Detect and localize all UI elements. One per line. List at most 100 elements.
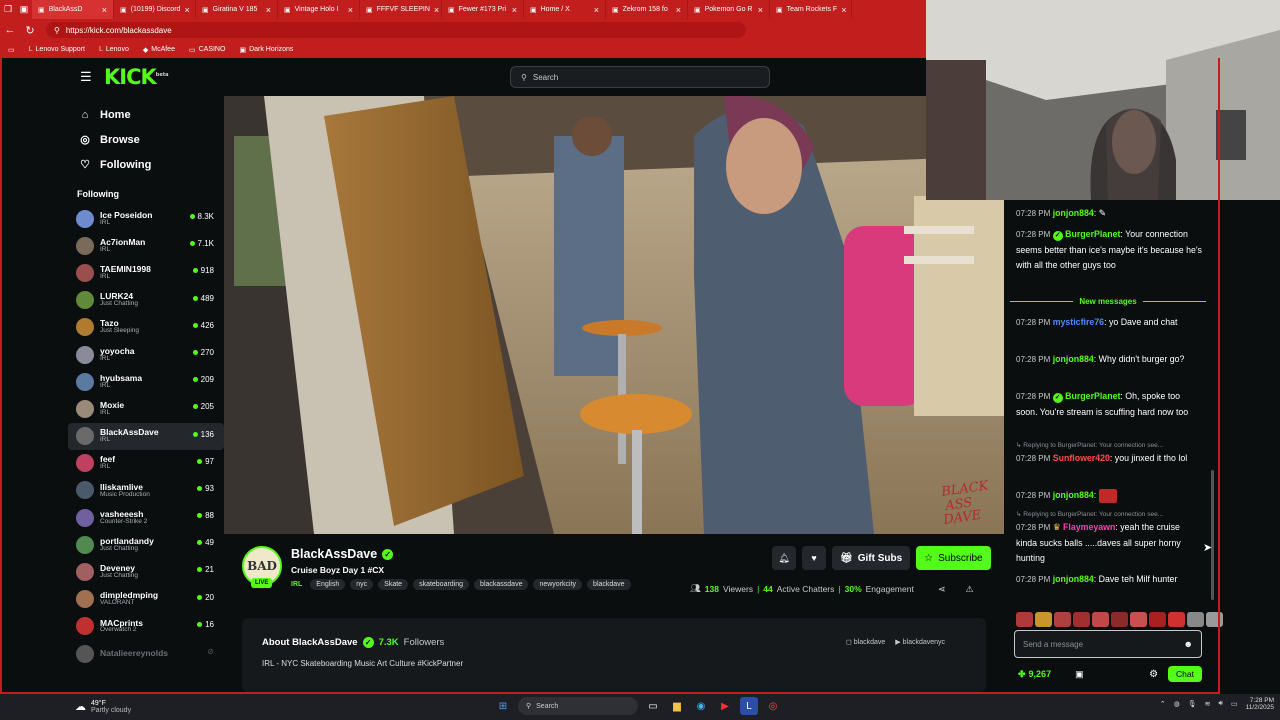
bookmark-dark-horizons[interactable]: ▣ Dark Horizons (239, 46, 293, 54)
sidebar-channel[interactable]: feef IRL 97 (68, 450, 224, 477)
sidebar-channel[interactable]: Ice Poseidon IRL 8.3K (68, 205, 224, 232)
sidebar-item-following[interactable]: ♡ Following (68, 152, 224, 177)
new-messages-divider[interactable]: New messages (1010, 295, 1206, 307)
browser-tab[interactable]: ▣ Team Rockets F × (770, 0, 852, 19)
social-link-instagram[interactable]: ◻ blackdave (846, 638, 885, 646)
sidebar-channel[interactable]: lliskamlive Music Production 93 (68, 477, 224, 504)
browser-tab[interactable]: ▣ FFFVF SLEEPIN × (360, 0, 442, 19)
sidebar-channel[interactable]: Moxie IRL 205 (68, 395, 224, 422)
battery-icon[interactable]: ▭ (1231, 700, 1238, 708)
streamer-name[interactable]: BlackAssDave ✓ (291, 547, 394, 561)
emote-icon[interactable] (1149, 612, 1166, 627)
taskbar-search[interactable]: ⚲ Search (518, 697, 638, 715)
sidebar-channel[interactable]: Ac7ionMan IRL 7.1K (68, 232, 224, 259)
browser-tab[interactable]: ▣ Pokemon Go R × (688, 0, 770, 19)
chat-username[interactable]: BurgerPlanet (1065, 391, 1120, 401)
share-icon[interactable]: ⋖ (938, 584, 946, 595)
stream-tag[interactable]: nyc (350, 579, 374, 590)
chat-username[interactable]: jonjon884 (1053, 354, 1094, 364)
stream-tag[interactable]: newyorkcity (533, 579, 583, 590)
browser-tab[interactable]: ▣ Home / X × (524, 0, 606, 19)
wifi-icon[interactable]: ≋ (1205, 700, 1211, 708)
sidebar-channel[interactable]: BlackAssDave IRL 136 (68, 422, 224, 450)
chat-username[interactable]: jonjon884 (1053, 490, 1094, 500)
emote-icon[interactable] (1187, 612, 1204, 627)
sidebar-channel[interactable]: TAEMIN1998 IRL 918 (68, 259, 224, 286)
lenovo-app-icon[interactable]: L (740, 697, 758, 715)
sidebar-channel[interactable]: portlandandy Just Chatting 49 (68, 531, 224, 558)
bookmark-lenovo-support[interactable]: L Lenovo Support (29, 46, 85, 53)
browser-tab[interactable]: ▣ Giratina V 185 × (196, 0, 278, 19)
social-link-youtube[interactable]: ▶ blackdavenyc (895, 638, 945, 646)
sidebar-channel[interactable]: MACprints Overwatch 2 16 (68, 613, 224, 640)
chat-reply-context[interactable]: ↳ Replying to BurgerPlanet: Your connect… (1016, 510, 1163, 518)
sidebar-channel[interactable]: yoyocha IRL 270 (68, 341, 224, 368)
stream-tag[interactable]: blackassdave (474, 579, 529, 590)
emote-icon[interactable] (1111, 612, 1128, 627)
close-icon[interactable]: × (841, 5, 846, 15)
stream-tag[interactable]: skateboarding (413, 579, 470, 590)
weather-widget[interactable]: ☁ 49°F Partly cloudy (0, 700, 131, 714)
emoji-icon[interactable]: ☻ (1184, 639, 1193, 649)
sidebar-channel[interactable]: LURK24 Just Chatting 489 (68, 287, 224, 314)
browser-tab[interactable]: ▣ Fewer #173 Pri × (442, 0, 524, 19)
workspaces-icon[interactable]: ❐ (0, 0, 16, 19)
tab-actions-icon[interactable]: ▣ (16, 0, 32, 19)
channel-points[interactable]: ✤ 9,267 (1018, 669, 1051, 680)
emote-icon[interactable] (1016, 612, 1033, 627)
gear-icon[interactable]: ⚙ (1149, 669, 1158, 680)
close-icon[interactable]: × (184, 5, 189, 15)
close-icon[interactable]: × (512, 5, 517, 15)
sidebar-channel[interactable]: Tazo Just Sleeping 426 (68, 314, 224, 341)
stream-tag[interactable]: Skate (378, 579, 409, 590)
hamburger-menu-icon[interactable]: ☰ (80, 69, 96, 85)
report-icon[interactable]: ⚠ (966, 584, 974, 595)
browser-tab[interactable]: ▣ Vintage Holo I × (278, 0, 360, 19)
emote-icon[interactable] (1130, 612, 1147, 627)
follow-button[interactable]: ♥ (802, 546, 826, 570)
gift-icon[interactable]: ▣ (1075, 669, 1084, 680)
bookmark-casino[interactable]: ▭ CASINO (189, 46, 225, 54)
sidebar-channel[interactable]: Deveney Just Chatting 21 (68, 558, 224, 585)
file-explorer-icon[interactable]: ▆ (668, 697, 686, 715)
edge-browser-icon[interactable]: ◉ (692, 697, 710, 715)
back-icon[interactable]: ← (0, 24, 20, 36)
sidebar-channel[interactable]: dimpledmping VALORANT 20 (68, 586, 224, 613)
close-icon[interactable]: × (102, 5, 107, 15)
close-icon[interactable]: × (266, 5, 271, 15)
notification-bell-button[interactable]: 🔔︎ (772, 546, 796, 570)
scrollbar-thumb[interactable] (1211, 470, 1214, 600)
browser-tab[interactable]: ▣ Zekrom 158 fo × (606, 0, 688, 19)
task-view-icon[interactable]: ▭ (644, 697, 662, 715)
chat-scrollbar[interactable] (1210, 200, 1216, 694)
microphone-icon[interactable]: 🎙︎ (1188, 700, 1197, 708)
windows-start-icon[interactable]: ⊞ (494, 697, 512, 715)
site-info-icon[interactable]: ⚲ (54, 26, 60, 35)
search-input[interactable]: ⚲ Search (510, 66, 770, 88)
emote-icon[interactable] (1073, 612, 1090, 627)
close-icon[interactable]: × (434, 5, 439, 15)
browser-tab[interactable]: ▣ BlackAssD × (32, 0, 114, 19)
emote-icon[interactable] (1054, 612, 1071, 627)
emote-icon[interactable] (1035, 612, 1052, 627)
sidebar-channel[interactable]: Natalieereynolds ⊘ (68, 640, 224, 667)
chat-input[interactable]: Send a message ☻ (1014, 630, 1202, 658)
close-icon[interactable]: × (758, 5, 763, 15)
gift-subs-button[interactable]: 🎁︎ Gift Subs (832, 546, 911, 570)
sidebar-channel[interactable]: hyubsama IRL 209 (68, 368, 224, 395)
url-field[interactable]: ⚲ https://kick.com/blackassdave (46, 22, 746, 38)
youtube-app-icon[interactable]: ▶ (716, 697, 734, 715)
clock[interactable]: 7:28 PM 11/2/2025 (1246, 697, 1274, 711)
chevron-up-icon[interactable]: ⌃ (1160, 700, 1166, 708)
stream-tag[interactable]: blackdave (587, 579, 631, 590)
close-icon[interactable]: × (676, 5, 681, 15)
emote-icon[interactable] (1168, 612, 1185, 627)
sidebar-item-browse[interactable]: ◎ Browse (68, 127, 224, 152)
stream-tag[interactable]: English (310, 579, 346, 590)
chat-reply-context[interactable]: ↳ Replying to BurgerPlanet: Your connect… (1016, 441, 1163, 449)
sidebar-channel[interactable]: vasheeesh Counter-Strike 2 88 (68, 504, 224, 531)
browser-tab[interactable]: ▣ (10199) Discord × (114, 0, 196, 19)
close-icon[interactable]: × (594, 5, 599, 15)
close-icon[interactable]: × (348, 5, 353, 15)
chat-username[interactable]: jonjon884 (1053, 574, 1094, 584)
